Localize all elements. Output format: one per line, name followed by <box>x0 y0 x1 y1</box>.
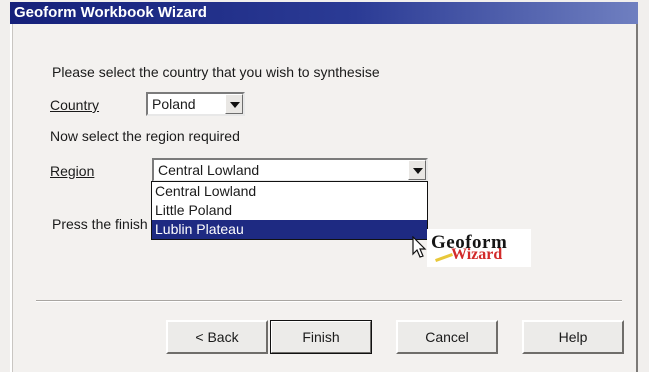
region-dropdown-button[interactable] <box>408 160 426 180</box>
help-button[interactable]: Help <box>522 320 624 354</box>
select-region-instruction: Now select the region required <box>50 128 240 144</box>
cancel-button[interactable]: Cancel <box>396 320 498 354</box>
back-button[interactable]: < Back <box>166 320 268 354</box>
button-separator-highlight <box>36 301 622 302</box>
region-option-lublin-plateau[interactable]: Lublin Plateau <box>152 220 427 239</box>
region-combobox[interactable]: Central Lowland <box>152 158 428 182</box>
mouse-pointer-icon <box>412 236 427 258</box>
geoform-wizard-logo: Geoform Wizard <box>427 229 531 267</box>
dialog-frame-right <box>636 24 638 372</box>
region-option-little-poland[interactable]: Little Poland <box>152 201 427 220</box>
region-option-central-lowland[interactable]: Central Lowland <box>152 182 427 201</box>
window-title: Geoform Workbook Wizard <box>14 4 207 21</box>
select-country-instruction: Please select the country that you wish … <box>52 64 380 80</box>
country-label: Country <box>50 97 100 113</box>
logo-text-line2: Wizard <box>451 246 503 263</box>
dialog-frame-left <box>10 24 13 372</box>
region-label: Region <box>50 163 95 179</box>
region-dropdown-list[interactable]: Central Lowland Little Poland Lublin Pla… <box>151 181 428 240</box>
window-titlebar: Geoform Workbook Wizard <box>10 2 638 24</box>
finish-button[interactable]: Finish <box>270 320 372 354</box>
chevron-down-icon <box>413 168 423 174</box>
chevron-down-icon <box>230 102 240 108</box>
country-selected-value: Poland <box>152 96 196 112</box>
press-finish-instruction: Press the finish <box>52 216 148 232</box>
country-dropdown-button[interactable] <box>225 94 243 114</box>
country-combobox[interactable]: Poland <box>146 92 245 116</box>
region-selected-value: Central Lowland <box>158 162 260 178</box>
